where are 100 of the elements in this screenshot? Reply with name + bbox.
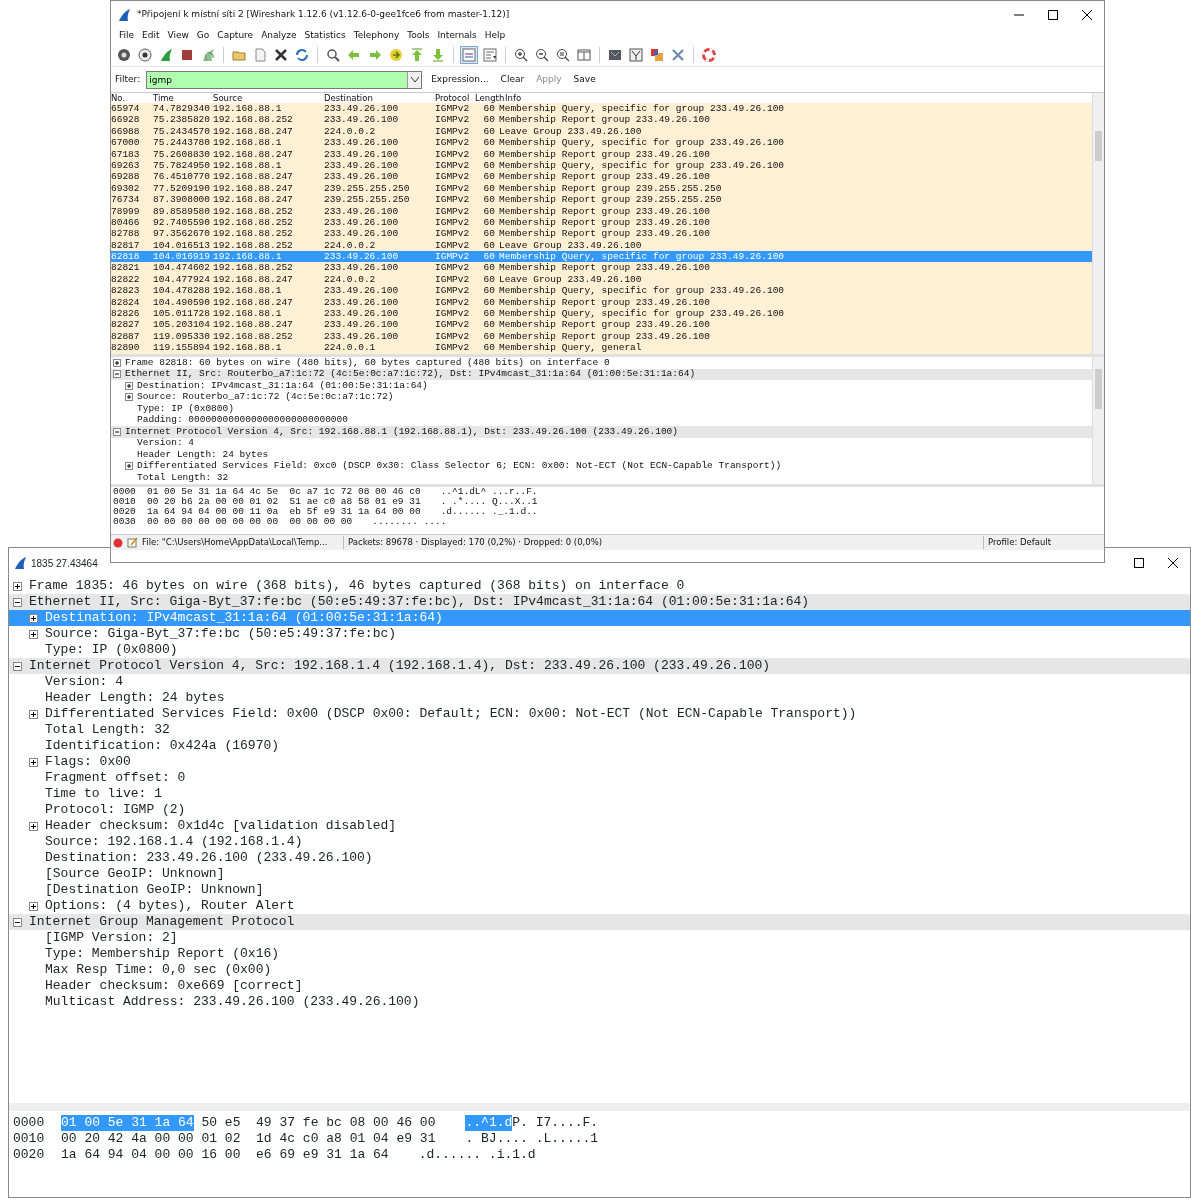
palette-icon[interactable] <box>650 48 664 62</box>
zoom-reset-icon[interactable] <box>556 48 570 62</box>
list-icon[interactable] <box>483 48 497 62</box>
filter-icon[interactable] <box>629 48 643 62</box>
packet-cell-text: 82817 <box>111 239 141 252</box>
filter-action[interactable]: Expression... <box>428 72 492 87</box>
packet-cell-text: 192.168.88.252 <box>213 205 294 217</box>
expand-icon[interactable] <box>29 757 38 767</box>
packet-row[interactable]: 78999 89.8589580 192.168.88.252 233.49.26.100 IGMPv2 60 Membership Report group 233.49.26.100 <box>111 205 1092 217</box>
menu-item[interactable]: File <box>115 29 139 43</box>
ascii-bytes[interactable]: . .*.... Q...X..1 <box>440 497 538 507</box>
hex-bytes[interactable]: 1a 64 94 04 00 00 16 00 e6 69 e9 31 1a 64 <box>61 1147 389 1163</box>
ascii-bytes[interactable]: ..^1.dL^ ...r..F. <box>440 487 538 497</box>
note-icon[interactable] <box>127 537 138 548</box>
fin-icon[interactable] <box>201 48 215 62</box>
packet-row[interactable]: 82821 104.474602 192.168.88.252 233.49.26.100 IGMPv2 60 Membership Report group 233.49.26.100 <box>111 262 1092 274</box>
menu-item[interactable]: Statistics <box>300 29 350 43</box>
expand-icon[interactable] <box>29 613 38 623</box>
packet-row[interactable]: 82826 105.011728 192.168.88.1 233.49.26.100 IGMPv2 60 Membership Query, specific for group 233.49.26.100 <box>111 308 1092 320</box>
column-header[interactable]: Destination <box>324 93 435 103</box>
close-icon[interactable] <box>274 48 288 62</box>
zoom-in-icon[interactable] <box>514 48 528 62</box>
collapse-icon[interactable] <box>13 597 22 607</box>
scrollbar[interactable] <box>1092 357 1104 484</box>
menu-item[interactable]: Help <box>480 29 510 43</box>
packet-row[interactable]: 66928 75.2385820 192.168.88.252 233.49.26.100 IGMPv2 60 Membership Report group 233.49.26.100 <box>111 114 1092 126</box>
expand-icon[interactable] <box>29 821 38 831</box>
menu-item[interactable]: Internals <box>433 29 481 43</box>
ascii-bytes[interactable]: .d...... .i.1.d <box>418 1147 536 1163</box>
ascii-bytes[interactable]: . BJ.... .L.....1 <box>465 1131 599 1147</box>
tree-item-text[interactable]: Frame 82818: 60 bytes on wire (480 bits), 60 bytes captured (480 bits) on interface 0 <box>125 357 610 370</box>
packet-row[interactable]: 67183 75.2608830 192.168.88.247 233.49.26.100 IGMPv2 60 Membership Report group 233.49.26.100 <box>111 148 1092 160</box>
interface-list-icon[interactable] <box>117 48 131 62</box>
folder-icon[interactable] <box>232 48 246 62</box>
expand-icon[interactable] <box>29 629 38 639</box>
menu-item[interactable]: Go <box>192 29 214 43</box>
expand-icon[interactable] <box>125 393 133 402</box>
packet-cell-text: 233.49.26.100 <box>324 330 400 343</box>
search-icon[interactable] <box>326 48 340 62</box>
menu-item[interactable]: View <box>163 29 193 43</box>
ascii-bytes[interactable]: .d...... ._.1.d.. <box>440 507 538 517</box>
menu-item[interactable]: Tools <box>403 29 434 43</box>
expand-icon[interactable] <box>13 581 22 591</box>
scrollbar[interactable] <box>1092 93 1104 354</box>
filter-action[interactable]: Save <box>570 72 599 87</box>
packet-row[interactable]: 69288 76.4510770 192.168.88.247 233.49.26.100 IGMPv2 60 Membership Report group 233.49.26.100 <box>111 171 1092 183</box>
packet-row[interactable]: 82823 104.478288 192.168.88.1 233.49.26.100 IGMPv2 60 Membership Query, specific for group 233.49.26.100 <box>111 285 1092 297</box>
reload-icon[interactable] <box>295 48 309 62</box>
ascii-bytes[interactable]: ........ .... <box>372 517 447 527</box>
column-header[interactable]: No. <box>111 93 153 103</box>
expand-icon[interactable] <box>29 901 38 911</box>
expand-icon[interactable] <box>113 358 121 367</box>
columns-icon[interactable] <box>577 48 591 62</box>
menu-item[interactable]: Analyze <box>257 29 301 43</box>
list-icon[interactable] <box>462 48 476 62</box>
tree-row[interactable]: Ethernet II, Src: Giga-Byt_37:fe:bc (50:e5:49:37:fe:bc), Dst: IPv4mcast_31:1a:64 (01:00:5e:31:1a:64) <box>9 594 1190 610</box>
packet-row[interactable]: 82890 119.155894 192.168.88.1 224.0.0.1 IGMPv2 60 Membership Query, general <box>111 342 1092 354</box>
filter-icon[interactable] <box>608 48 622 62</box>
options-icon[interactable] <box>138 48 152 62</box>
tree-row[interactable]: Ethernet II, Src: Routerbo_a7:1c:72 (4c:5e:0c:a7:1c:72), Dst: IPv4mcast_31:1a:64 (01:00:5e:31:1a:64) <box>111 368 1092 380</box>
hex-bytes[interactable]: 01 00 5e 31 1a 64 4c 5e 0c a7 1c 72 08 00 46 c0 <box>147 487 421 497</box>
lifebuoy-icon[interactable] <box>702 48 716 62</box>
column-header[interactable]: Source <box>213 93 324 103</box>
tree-row[interactable]: Internet Group Management Protocol <box>9 914 1190 930</box>
hex-bytes[interactable]: 00 20 42 4a 00 00 01 02 1d 4c c0 a8 01 04 e9 31 <box>61 1131 436 1147</box>
fin-icon[interactable] <box>159 48 173 62</box>
expand-icon[interactable] <box>125 381 133 390</box>
jump-icon[interactable] <box>389 48 403 62</box>
filter-action[interactable]: Clear <box>497 72 528 87</box>
hex-bytes[interactable]: 00 20 b6 2a 00 00 01 02 51 ae c0 a8 58 01 e9 31 <box>147 497 421 507</box>
packet-cell-text: IGMPv2 <box>435 137 471 149</box>
collapse-icon[interactable] <box>13 917 22 927</box>
column-header[interactable]: Protocol <box>435 93 475 103</box>
column-header[interactable]: Info <box>505 93 1092 103</box>
menu-item[interactable]: Edit <box>138 29 164 43</box>
packet-row[interactable]: 67000 75.2443780 192.168.88.1 233.49.26.100 IGMPv2 60 Membership Query, specific for group 233.49.26.100 <box>111 137 1092 149</box>
tree-row[interactable]: Internet Protocol Version 4, Src: 192.168.88.1 (192.168.88.1), Dst: 233.49.26.100 (233.49.26.100) <box>111 426 1092 438</box>
packet-row[interactable]: 82788 97.3562670 192.168.88.252 233.49.26.100 IGMPv2 60 Membership Report group 233.49.26.100 <box>111 228 1092 240</box>
packet-row[interactable]: 76734 87.3908000 192.168.88.247 239.255.255.250 IGMPv2 60 Membership Report group 239.255.255.250 <box>111 194 1092 206</box>
zoom-out-icon[interactable] <box>535 48 549 62</box>
menu-item[interactable]: Capture <box>213 29 258 43</box>
column-header[interactable]: Length <box>475 93 505 103</box>
menu-item[interactable]: Telephony <box>349 29 404 43</box>
packet-cell-text: 104.016513 <box>153 239 211 252</box>
ascii-bytes[interactable]: P. I7....F. <box>512 1115 599 1131</box>
packet-row[interactable]: 65974 74.7829340 192.168.88.1 233.49.26.100 IGMPv2 60 Membership Query, specific for group 233.49.26.100 <box>111 103 1092 115</box>
expand-icon[interactable] <box>29 709 38 719</box>
hex-bytes[interactable]: 00 00 00 00 00 00 00 00 00 00 00 00 <box>147 517 353 527</box>
packet-cell-text: 192.168.88.252 <box>213 228 294 240</box>
column-header[interactable]: Time <box>153 93 213 103</box>
tree-row[interactable]: Internet Protocol Version 4, Src: 192.168.1.4 (192.168.1.4), Dst: 233.49.26.100 (233.49.26.100) <box>9 658 1190 674</box>
packet-cell-text: 89.8589580 <box>153 205 211 217</box>
collapse-icon[interactable] <box>13 661 22 671</box>
hex-bytes[interactable]: 1a 64 94 04 00 00 11 0a eb 5f e9 31 1a 64 00 00 <box>147 507 421 517</box>
hex-bytes[interactable]: 50 e5 49 37 fe bc 08 00 46 00 <box>201 1115 436 1131</box>
tools-icon[interactable] <box>671 48 685 62</box>
packet-row[interactable]: 82827 105.203104 192.168.88.247 233.49.26.100 IGMPv2 60 Membership Report group 233.49.26.100 <box>111 319 1092 331</box>
stop-icon[interactable] <box>180 48 194 62</box>
expand-icon[interactable] <box>125 462 133 471</box>
packet-cell-text: 69288 <box>111 171 141 183</box>
